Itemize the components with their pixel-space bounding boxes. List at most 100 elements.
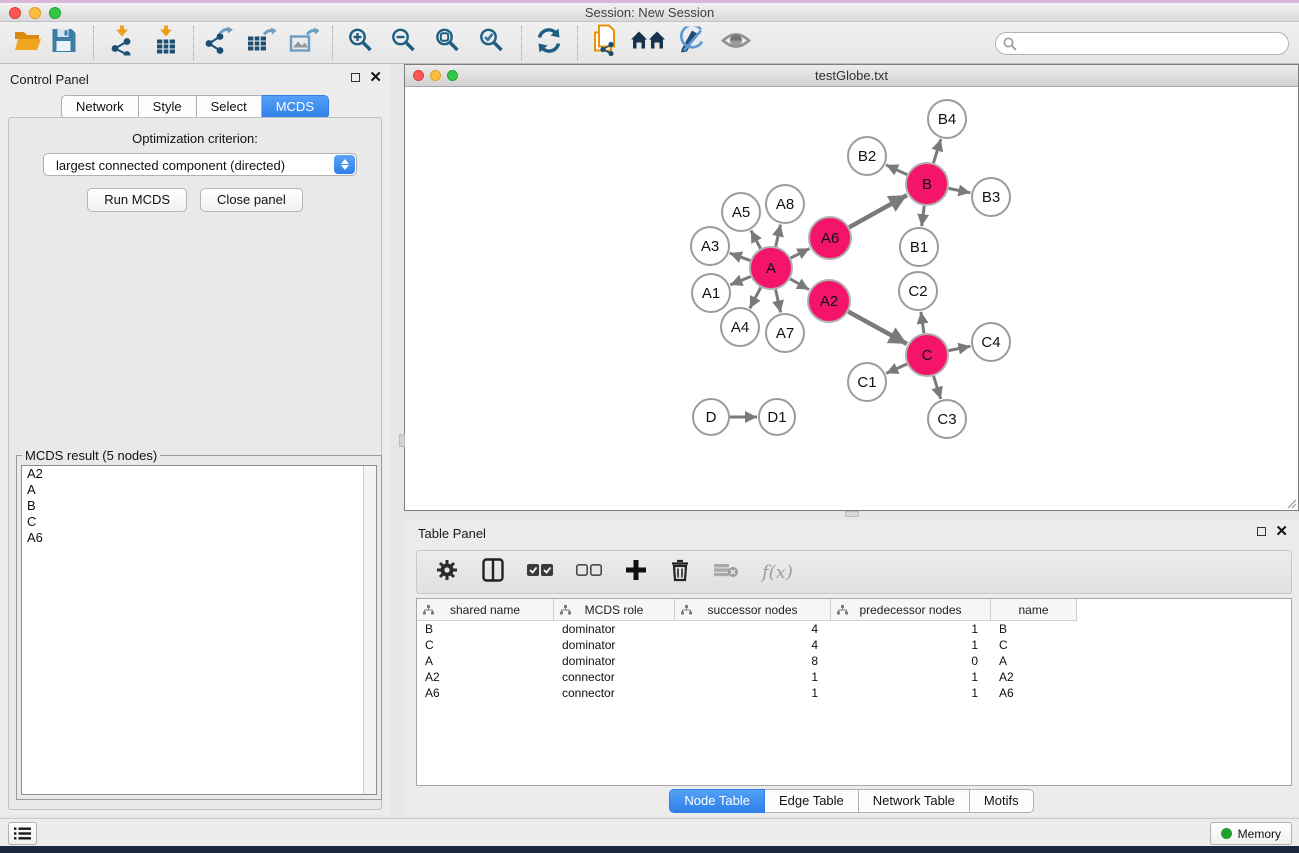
network-canvas[interactable]: A5A8A3A1A4A7AA6A2B2B4BB3B1C2CC4C1C3DD1 — [405, 87, 1298, 510]
table-settings-icon[interactable] — [435, 558, 459, 587]
table-cell[interactable]: dominator — [554, 637, 675, 653]
vertical-scroll-thumb[interactable] — [399, 434, 405, 447]
node-B3[interactable]: B3 — [972, 178, 1010, 216]
node-A[interactable]: A — [750, 247, 792, 289]
mcds-result-list[interactable]: A2ABCA6 — [21, 465, 377, 795]
import-network-icon[interactable] — [109, 25, 135, 60]
table-cell[interactable]: connector — [554, 669, 675, 685]
add-column-icon[interactable] — [625, 559, 647, 586]
memory-button[interactable]: Memory — [1210, 822, 1292, 845]
edge-C-C2[interactable] — [921, 312, 924, 333]
edge-B-B2[interactable] — [886, 165, 907, 175]
table-cell[interactable]: 1 — [675, 669, 831, 685]
refresh-view-icon[interactable] — [536, 27, 563, 58]
zoom-in-icon[interactable] — [348, 27, 375, 59]
edge-A-A7[interactable] — [776, 290, 781, 313]
table-row[interactable]: A2connector11A2 — [417, 669, 1291, 685]
tab-network-table[interactable]: Network Table — [859, 789, 970, 813]
table-cell[interactable]: 1 — [831, 637, 991, 653]
table-row[interactable]: Cdominator41C — [417, 637, 1291, 653]
network-graph[interactable]: A5A8A3A1A4A7AA6A2B2B4BB3B1C2CC4C1C3DD1 — [405, 87, 1298, 510]
function-builder-icon[interactable]: f(x) — [762, 562, 793, 583]
table-cell[interactable]: 1 — [675, 685, 831, 701]
table-cell[interactable]: 4 — [675, 621, 831, 637]
horizontal-scroll-thumb[interactable] — [845, 511, 859, 517]
node-C3[interactable]: C3 — [928, 400, 966, 438]
column-header-predecessor-nodes[interactable]: predecessor nodes — [831, 599, 991, 621]
table-row[interactable]: A6connector11A6 — [417, 685, 1291, 701]
clone-network-icon[interactable] — [591, 24, 619, 61]
network-view-window[interactable]: testGlobe.txt A5A8A3A1A4A7AA6A2B2B4BB3B1… — [404, 64, 1299, 511]
edge-C-C4[interactable] — [949, 346, 971, 350]
table-row[interactable]: Bdominator41B — [417, 621, 1291, 637]
open-file-icon[interactable] — [13, 28, 43, 58]
edge-A2-C[interactable] — [848, 312, 907, 344]
close-panel-icon[interactable]: ✕ — [369, 72, 382, 83]
float-panel-icon[interactable] — [351, 73, 360, 82]
tab-motifs[interactable]: Motifs — [970, 789, 1034, 813]
delete-column-icon[interactable] — [670, 558, 690, 587]
table-cell[interactable]: A — [417, 653, 554, 669]
table-cell[interactable]: 1 — [831, 621, 991, 637]
table-cell[interactable]: 0 — [831, 653, 991, 669]
criterion-select[interactable]: largest connected component (directed) — [43, 153, 357, 176]
save-session-icon[interactable] — [52, 28, 77, 58]
node-A6[interactable]: A6 — [809, 217, 851, 259]
table-cell[interactable]: C — [991, 637, 1077, 653]
table-cell[interactable]: A2 — [991, 669, 1077, 685]
node-B[interactable]: B — [906, 163, 948, 205]
node-B4[interactable]: B4 — [928, 100, 966, 138]
node-A8[interactable]: A8 — [766, 185, 804, 223]
edge-A-A4[interactable] — [750, 287, 761, 308]
column-header-successor-nodes[interactable]: successor nodes — [675, 599, 831, 621]
deselect-all-rows-icon[interactable] — [576, 563, 602, 582]
mcds-result-item[interactable]: B — [22, 498, 376, 514]
node-A4[interactable]: A4 — [721, 308, 759, 346]
edge-B-B4[interactable] — [933, 139, 940, 163]
toggle-visibility-icon[interactable] — [721, 29, 751, 56]
edge-A-A3[interactable] — [730, 253, 751, 260]
mcds-result-item[interactable]: A — [22, 482, 376, 498]
edge-A6-B[interactable] — [849, 195, 907, 227]
table-cell[interactable]: 8 — [675, 653, 831, 669]
node-A5[interactable]: A5 — [722, 193, 760, 231]
edge-B-B3[interactable] — [949, 188, 971, 192]
search-input[interactable] — [1022, 35, 1282, 52]
edge-B-B1[interactable] — [922, 206, 925, 226]
table-row[interactable]: Adominator80A — [417, 653, 1291, 669]
node-D[interactable]: D — [693, 399, 729, 435]
table-cell[interactable]: B — [417, 621, 554, 637]
table-cell[interactable]: A — [991, 653, 1077, 669]
node-A2[interactable]: A2 — [808, 280, 850, 322]
tab-node-table[interactable]: Node Table — [669, 789, 765, 813]
edge-A-A5[interactable] — [751, 231, 761, 249]
edge-C-C1[interactable] — [886, 364, 907, 373]
edge-C-C3[interactable] — [934, 376, 941, 399]
resize-grip-icon[interactable] — [1285, 497, 1297, 509]
search-field[interactable] — [995, 32, 1289, 55]
table-cell[interactable]: dominator — [554, 621, 675, 637]
mcds-result-item[interactable]: C — [22, 514, 376, 530]
home-layout-icon[interactable] — [630, 28, 666, 57]
mcds-result-item[interactable]: A2 — [22, 466, 376, 482]
table-cell[interactable]: 1 — [831, 669, 991, 685]
delete-table-icon[interactable] — [713, 561, 739, 584]
network-window-titlebar[interactable]: testGlobe.txt — [405, 65, 1298, 87]
export-network-icon[interactable] — [203, 26, 233, 59]
split-column-icon[interactable] — [482, 558, 504, 587]
close-panel-button[interactable]: Close panel — [200, 188, 303, 212]
tab-mcds[interactable]: MCDS — [262, 95, 329, 119]
select-all-rows-icon[interactable] — [527, 563, 553, 582]
node-C2[interactable]: C2 — [899, 272, 937, 310]
node-A1[interactable]: A1 — [692, 274, 730, 312]
run-mcds-button[interactable]: Run MCDS — [87, 188, 187, 212]
export-image-icon[interactable] — [289, 26, 319, 59]
mcds-result-item[interactable]: A6 — [22, 530, 376, 546]
tab-select[interactable]: Select — [197, 95, 262, 119]
node-A7[interactable]: A7 — [766, 314, 804, 352]
tab-network[interactable]: Network — [61, 95, 139, 119]
table-cell[interactable]: dominator — [554, 653, 675, 669]
tab-edge-table[interactable]: Edge Table — [765, 789, 859, 813]
table-cell[interactable]: C — [417, 637, 554, 653]
table-cell[interactable]: A6 — [991, 685, 1077, 701]
